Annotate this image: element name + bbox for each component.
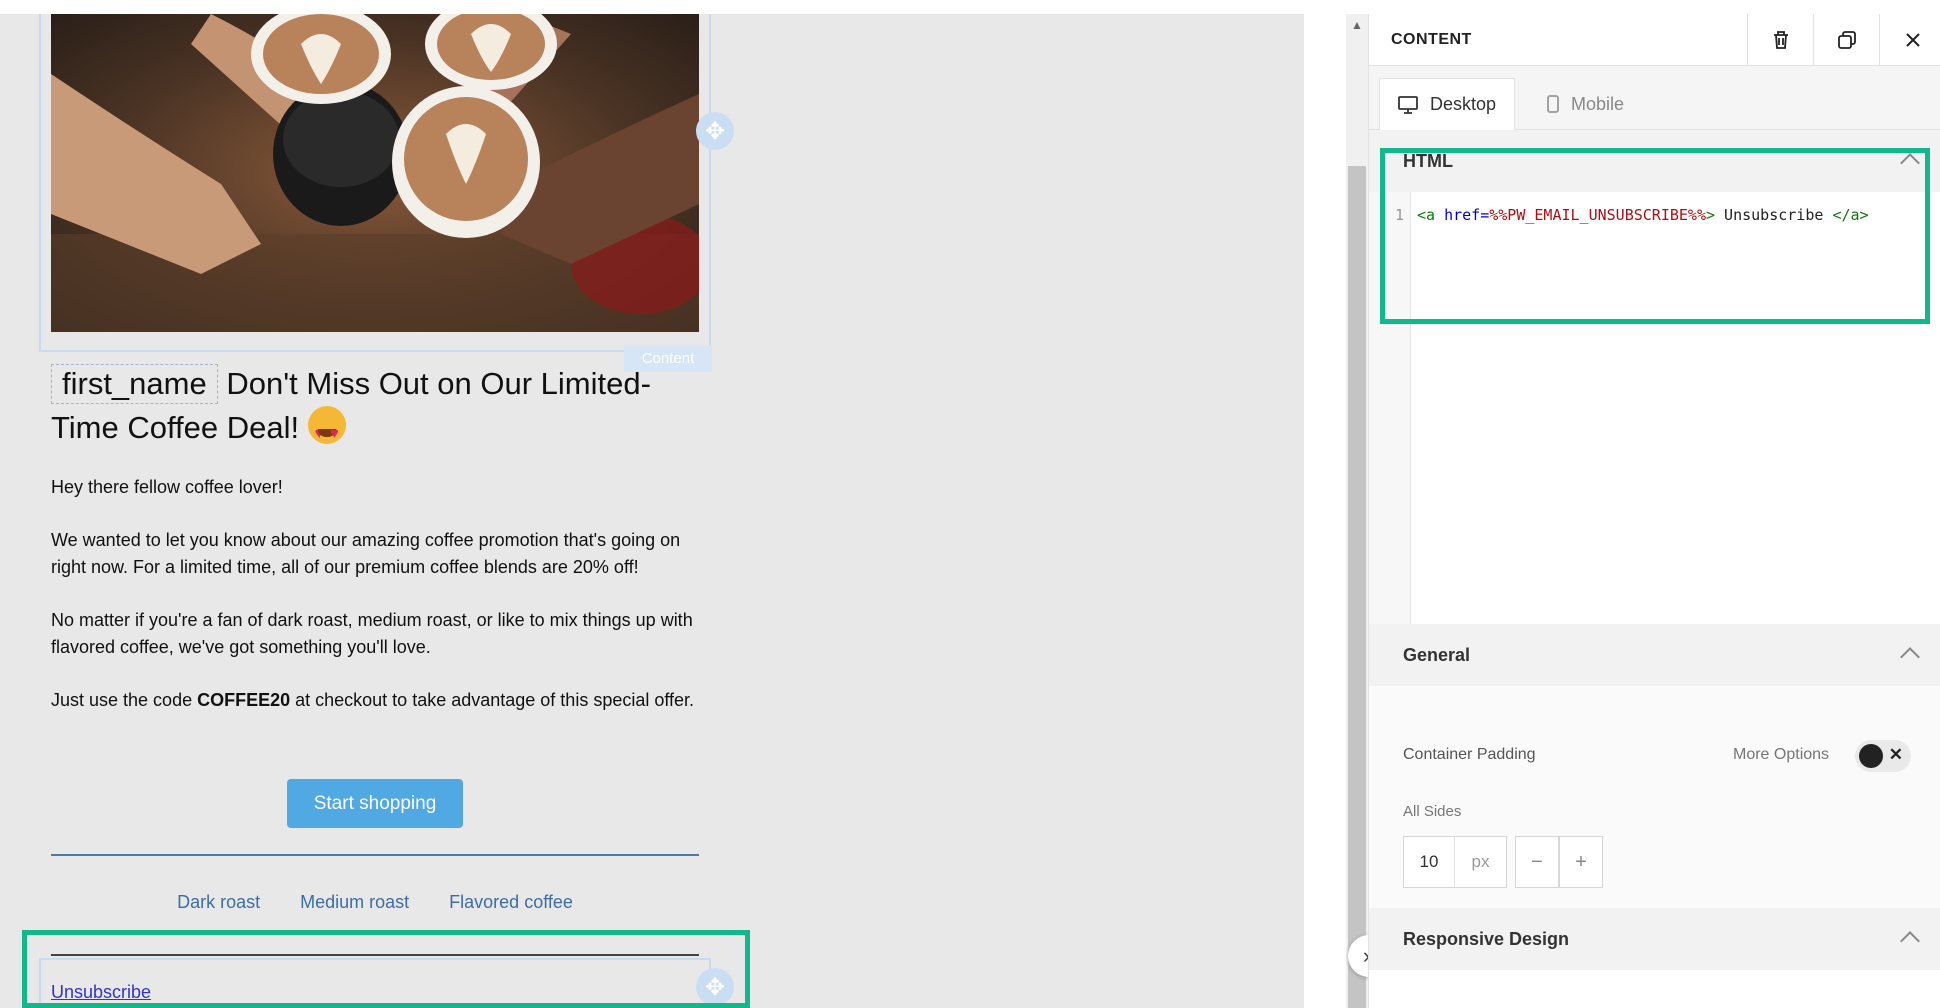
chevron-up-icon xyxy=(1900,647,1920,667)
responsive-section-header[interactable]: Responsive Design xyxy=(1369,908,1940,970)
code-line[interactable]: <a href=%%PW_EMAIL_UNSUBSCRIBE%%> Unsubs… xyxy=(1417,206,1869,224)
divider-blue xyxy=(51,854,699,856)
chevron-up-icon xyxy=(1900,153,1920,173)
scroll-up-arrow-icon[interactable]: ▲ xyxy=(1351,18,1363,32)
divider-dark xyxy=(51,954,699,956)
mobile-icon xyxy=(1547,95,1559,113)
chevron-up-icon xyxy=(1900,931,1920,951)
general-section-header[interactable]: General xyxy=(1369,624,1940,686)
padding-value[interactable]: 10 xyxy=(1404,837,1456,887)
hero-image[interactable] xyxy=(51,14,699,332)
close-button[interactable] xyxy=(1879,14,1940,66)
x-icon: ✕ xyxy=(1888,745,1903,764)
panel-title: CONTENT xyxy=(1391,31,1472,48)
padding-increment-button[interactable]: + xyxy=(1559,836,1603,888)
link-flavored-coffee[interactable]: Flavored coffee xyxy=(449,892,573,913)
paragraph-code[interactable]: Just use the code COFFEE20 at checkout t… xyxy=(51,687,711,714)
link-dark-roast[interactable]: Dark roast xyxy=(177,892,260,913)
html-code-editor[interactable]: 1 <a href=%%PW_EMAIL_UNSUBSCRIBE%%> Unsu… xyxy=(1369,192,1940,624)
properties-panel: CONTENT Desktop Mobile HTML 1 <a href=%%… xyxy=(1368,14,1940,1008)
move-handle-icon[interactable]: ✥ xyxy=(696,112,734,150)
promo-code: COFFEE20 xyxy=(197,690,291,710)
tab-mobile[interactable]: Mobile xyxy=(1529,78,1642,130)
html-section-header[interactable]: HTML xyxy=(1369,130,1940,192)
device-tabs: Desktop Mobile xyxy=(1369,66,1940,130)
start-shopping-button[interactable]: Start shopping xyxy=(287,779,463,828)
panel-header: CONTENT xyxy=(1369,14,1940,66)
paragraph-greeting[interactable]: Hey there fellow coffee lover! xyxy=(51,474,711,501)
padding-unit: px xyxy=(1471,852,1490,871)
padding-decrement-button[interactable]: − xyxy=(1515,836,1559,888)
canvas-scrollbar[interactable]: ▲ xyxy=(1346,14,1368,1008)
code-gutter: 1 xyxy=(1369,192,1411,624)
tab-desktop[interactable]: Desktop xyxy=(1379,78,1516,130)
desktop-icon xyxy=(1398,95,1418,114)
close-icon xyxy=(1905,33,1920,47)
more-options-toggle[interactable]: ✕ xyxy=(1855,740,1911,772)
padding-input[interactable]: 10 px xyxy=(1403,836,1507,888)
merge-tag-first-name[interactable]: first_name xyxy=(51,364,218,404)
editor-canvas: ✥ Content first_name Don't Miss Out on O… xyxy=(0,14,1304,1008)
more-options-label: More Options xyxy=(1733,746,1830,763)
email-headline[interactable]: first_name Don't Miss Out on Our Limited… xyxy=(51,362,699,456)
paragraph-roasts[interactable]: No matter if you're a fan of dark roast,… xyxy=(51,607,711,661)
paragraph-promotion[interactable]: We wanted to let you know about our amaz… xyxy=(51,527,711,581)
container-padding-label: Container Padding xyxy=(1403,746,1536,763)
trash-icon xyxy=(1773,31,1788,49)
duplicate-button[interactable] xyxy=(1813,14,1879,66)
move-handle-icon[interactable]: ✥ xyxy=(696,968,734,1006)
unsubscribe-link[interactable]: Unsubscribe xyxy=(51,982,151,1003)
delete-button[interactable] xyxy=(1747,14,1813,66)
category-links: Dark roast Medium roast Flavored coffee xyxy=(51,892,699,913)
heart-eyes-emoji-icon xyxy=(307,406,346,456)
copy-icon xyxy=(1837,31,1856,49)
scroll-thumb[interactable] xyxy=(1348,166,1366,1008)
all-sides-label: All Sides xyxy=(1403,803,1462,820)
link-medium-roast[interactable]: Medium roast xyxy=(300,892,409,913)
